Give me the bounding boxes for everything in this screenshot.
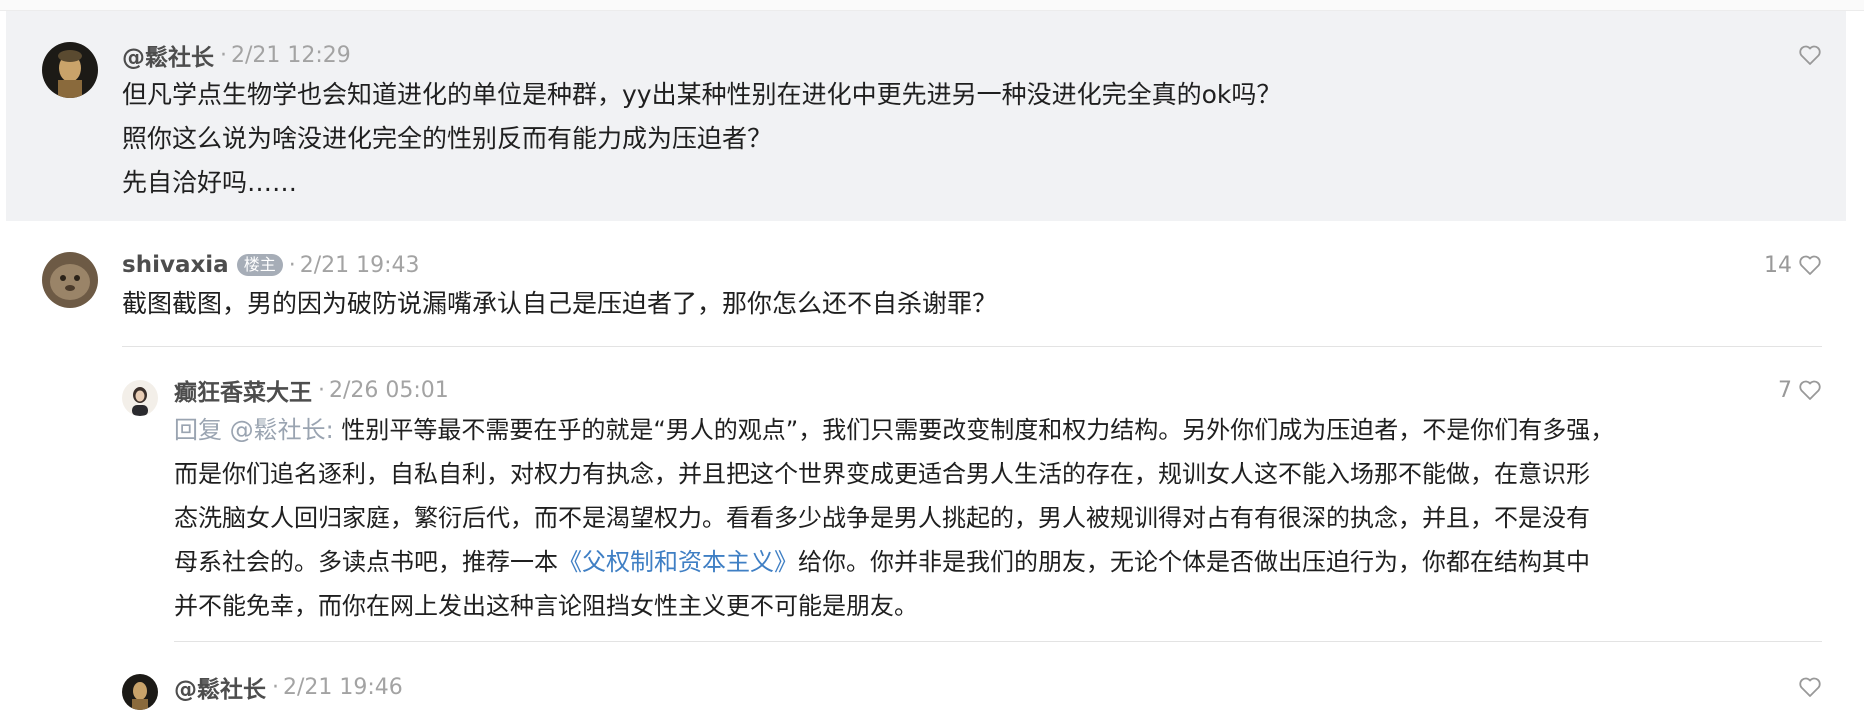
comment-body: 但凡学点生物学也会知道进化的单位是种群，yy出某种性别在进化中更先进另一种没进化… <box>122 73 1281 205</box>
book-link[interactable]: 《父权制和资本主义》 <box>558 548 798 576</box>
comment-line: 但凡学点生物学也会知道进化的单位是种群，yy出某种性别在进化中更先进另一种没进化… <box>122 80 1282 109</box>
reply-line: 母系社会的。多读点书吧，推荐一本《父权制和资本主义》给你。你并非是我们的朋友，无… <box>174 540 1614 584</box>
comment-meta: @鬆社长 · 2/21 12:29 <box>122 38 351 72</box>
like-button[interactable] <box>1792 38 1822 72</box>
username[interactable]: @鬆社长 <box>122 38 214 72</box>
meta-separator: · <box>272 674 279 700</box>
like-button[interactable] <box>1792 670 1822 704</box>
comment-line: 截图截图，男的因为破防说漏嘴承认自己是压迫者了，那你怎么还不自杀谢罪？ <box>122 289 998 318</box>
timestamp: 2/21 12:29 <box>231 42 351 68</box>
comment-line: 照你这么说为啥没进化完全的性别反而有能力成为压迫者？ <box>122 124 773 153</box>
meta-separator: · <box>220 42 227 68</box>
heart-outline-icon <box>1799 255 1821 275</box>
timestamp: 2/26 05:01 <box>329 377 449 403</box>
reply-text: 性别平等最不需要在乎的就是“男人的观点”，我们只需要改变制度和权力结构。另外你们… <box>333 416 1615 444</box>
reply-line: 而是你们追名逐利，自私自利，对权力有执念，并且把这个世界变成更适合男人生活的存在… <box>174 460 1590 488</box>
heart-outline-icon <box>1799 677 1821 697</box>
reply-text: 给你。你并非是我们的朋友，无论个体是否做出压迫行为，你都在结构其中 <box>798 548 1590 576</box>
avatar[interactable] <box>42 252 98 308</box>
reply-body: 回复 @鬆社长: 性别平等最不需要在乎的就是“男人的观点”，我们只需要改变制度和… <box>174 408 1614 628</box>
like-button[interactable]: 14 <box>1764 248 1822 282</box>
like-count: 7 <box>1778 377 1792 403</box>
heart-outline-icon <box>1799 45 1821 65</box>
comment-line: 先自洽好吗…… <box>122 168 298 197</box>
reply-divider <box>122 346 1822 347</box>
heart-outline-icon <box>1799 380 1821 400</box>
meta-separator: · <box>318 377 325 403</box>
avatar[interactable] <box>122 674 158 710</box>
comment-meta: shivaxia 楼主 · 2/21 19:43 <box>122 248 420 282</box>
reply-meta: @鬆社长 · 2/21 19:46 <box>174 670 403 704</box>
op-badge: 楼主 <box>236 254 283 276</box>
avatar[interactable] <box>42 42 98 98</box>
top-divider-strip <box>0 0 1864 11</box>
reply-line: 回复 @鬆社长: 性别平等最不需要在乎的就是“男人的观点”，我们只需要改变制度和… <box>174 408 1614 452</box>
reply-line: 并不能免幸，而你在网上发出这种言论阻挡女性主义更不可能是朋友。 <box>174 592 918 620</box>
timestamp: 2/21 19:43 <box>299 252 420 278</box>
timestamp: 2/21 19:46 <box>283 674 403 700</box>
meta-separator: · <box>288 252 296 278</box>
reply-divider <box>174 641 1822 642</box>
username[interactable]: @鬆社长 <box>174 670 266 704</box>
reply-meta: 癫狂香菜大王 · 2/26 05:01 <box>174 373 449 407</box>
reply-text: 母系社会的。多读点书吧，推荐一本 <box>174 548 558 576</box>
reply-line: 态洗脑女人回归家庭，繁衍后代，而不是渴望权力。看看多少战争是男人挑起的，男人被规… <box>174 504 1590 532</box>
like-count: 14 <box>1764 252 1792 278</box>
reply-to-link[interactable]: 回复 @鬆社长: <box>174 416 334 444</box>
like-button[interactable]: 7 <box>1778 373 1822 407</box>
avatar[interactable] <box>122 380 158 416</box>
username[interactable]: 癫狂香菜大王 <box>174 373 312 407</box>
username[interactable]: shivaxia <box>122 252 229 278</box>
comment-body: 截图截图，男的因为破防说漏嘴承认自己是压迫者了，那你怎么还不自杀谢罪？ <box>122 282 997 326</box>
